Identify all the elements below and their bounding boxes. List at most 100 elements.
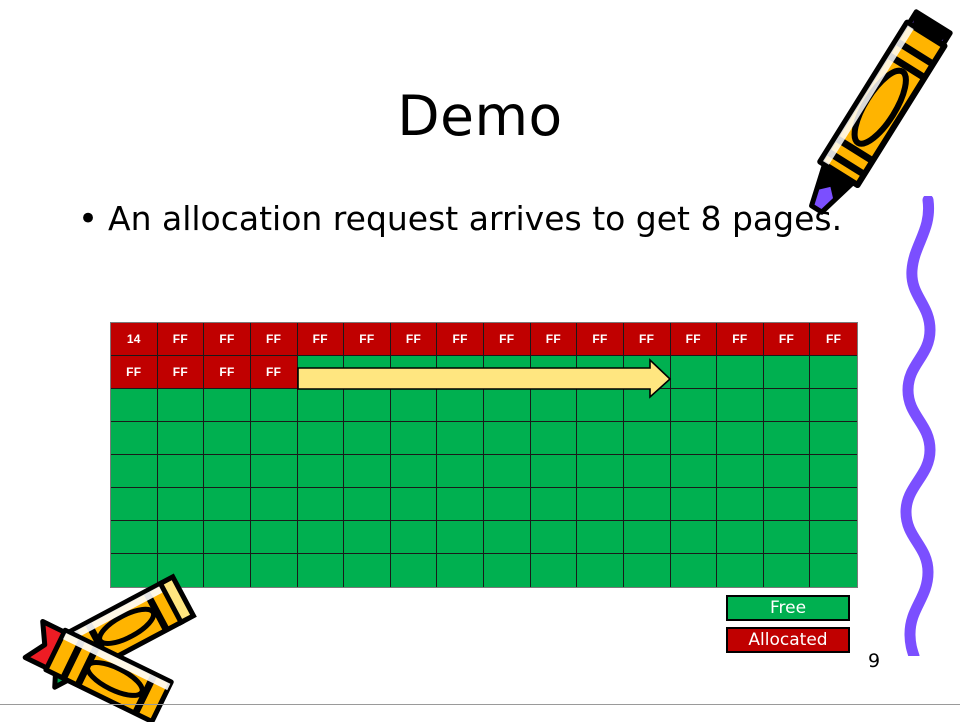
memory-cell-free [204,521,251,554]
memory-cell-free [670,455,718,488]
memory-cell-free [530,521,578,554]
memory-cell-free [577,455,624,488]
memory-cell-allocated: FF [204,356,251,389]
page-number: 9 [868,650,881,672]
memory-cell-free [530,389,578,422]
memory-cell-free [484,455,531,488]
memory-cell-free [250,554,298,587]
memory-cell-free [810,554,857,587]
memory-cell-free [250,521,298,554]
memory-cell-free [157,455,205,488]
memory-cell-free [390,389,438,422]
memory-cell-free [111,554,158,587]
memory-cell-free [670,422,718,455]
memory-cell-free [763,521,811,554]
memory-cell-free [204,455,251,488]
memory-cell-free [810,422,857,455]
memory-cell-free [297,356,345,389]
memory-cell-free [157,488,205,521]
memory-cell-free [577,389,624,422]
memory-cell-free [623,356,671,389]
memory-cell-free [670,389,718,422]
memory-cell-free [484,356,531,389]
memory-cell-allocated: FF [204,323,251,356]
memory-cell-free [763,554,811,587]
memory-cell-free [717,422,764,455]
memory-cell-free [344,554,391,587]
memory-cell-free [623,389,671,422]
memory-cell-free [717,554,764,587]
memory-cell-free [577,488,624,521]
memory-cell-free [437,356,484,389]
crayons-bottom-left-icon [0,572,226,726]
memory-cell-allocated: FF [111,356,158,389]
memory-cell-free [390,554,438,587]
memory-cell-free [484,488,531,521]
memory-cell-allocated: FF [670,323,718,356]
memory-cell-free [717,488,764,521]
memory-cell-free [810,521,857,554]
memory-cell-free [810,488,857,521]
memory-cell-free [390,521,438,554]
memory-page-grid: 14 FF FF FF FF FF FF FF FF FF FF FF FF FF FF FF FF FF FF FF [110,322,858,588]
memory-cell-free [530,455,578,488]
memory-cell-allocated: FF [250,323,298,356]
memory-cell-free [297,455,345,488]
memory-cell-free [484,521,531,554]
memory-cell-free [157,521,205,554]
memory-cell-free [297,488,345,521]
memory-cell-allocated: FF [297,323,345,356]
memory-cell-free [670,521,718,554]
memory-cell-free [204,554,251,587]
memory-cell-free [344,422,391,455]
legend-item-allocated: Allocated [726,627,850,653]
memory-cell-allocated: FF [157,356,205,389]
legend: Free Allocated [726,595,850,653]
memory-cell-free [437,422,484,455]
purple-squiggle-icon [888,194,952,662]
memory-cell-free [670,356,718,389]
memory-cell-free [390,455,438,488]
memory-cell-free [111,521,158,554]
memory-cell-free [763,488,811,521]
page-title: Demo [397,84,563,148]
memory-cell-free [530,356,578,389]
memory-cell-allocated: FF [763,323,811,356]
memory-cell-free [810,356,857,389]
memory-cell-free [111,455,158,488]
list-item: • An allocation request arrives to get 8… [78,196,878,242]
memory-cell-free [810,455,857,488]
memory-cell-free [623,488,671,521]
memory-cell-free [717,521,764,554]
memory-cell-free [344,455,391,488]
memory-cell-free [344,356,391,389]
memory-cell-allocated: FF [623,323,671,356]
memory-cell-free [250,455,298,488]
memory-cell-free [577,422,624,455]
memory-cell-allocated: FF [344,323,391,356]
bullet-list: • An allocation request arrives to get 8… [78,196,878,242]
memory-cell-free [204,488,251,521]
memory-cell-free [250,488,298,521]
memory-cell-allocated: FF [484,323,531,356]
memory-cell-free [157,554,205,587]
memory-cell-free [717,356,764,389]
memory-cell-free [157,389,205,422]
memory-cell-allocated: FF [157,323,205,356]
memory-cell-free [204,389,251,422]
memory-cell-allocated: FF [250,356,298,389]
memory-cell-free [157,422,205,455]
memory-cell-free [297,389,345,422]
memory-cell-free [577,521,624,554]
memory-cell-free [530,488,578,521]
memory-cell-free [530,554,578,587]
legend-free-label: Free [769,598,807,618]
memory-cell-free [717,389,764,422]
memory-cell-free [484,422,531,455]
memory-cell-free [297,422,345,455]
memory-cell-free [437,455,484,488]
memory-cell-free [437,554,484,587]
memory-cell-allocated: FF [577,323,624,356]
memory-cell-free [344,488,391,521]
memory-cell-free [437,389,484,422]
